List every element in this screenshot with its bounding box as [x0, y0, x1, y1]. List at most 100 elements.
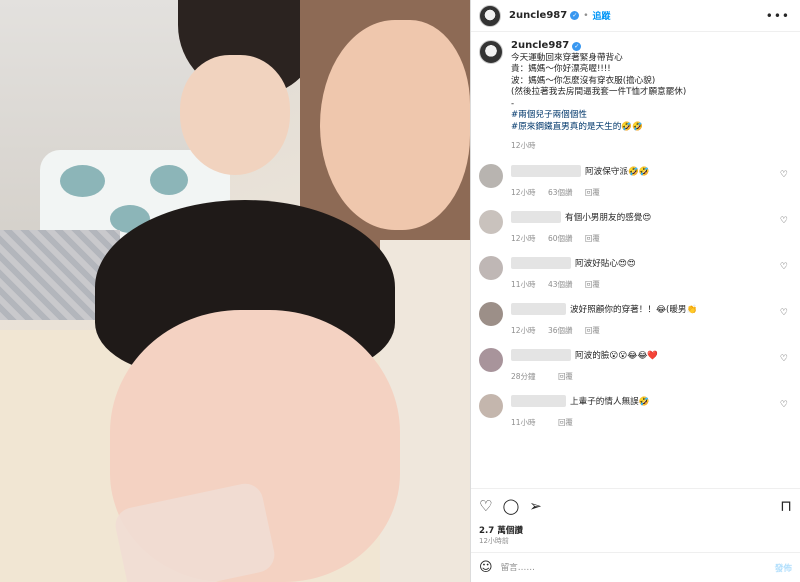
comment-meta: 28分鐘 回覆	[511, 371, 792, 382]
comment-text: 阿波保守派🤣🤣	[585, 166, 650, 177]
comment-item: 有個小男朋友的感覺😍 12小時 60個讚 回覆 ♡	[479, 209, 792, 244]
hashtag-link[interactable]: #兩個兒子兩個個性	[511, 110, 686, 122]
comment-item: 阿波保守派🤣🤣 12小時 63個讚 回覆 ♡	[479, 163, 792, 198]
reply-button[interactable]: 回覆	[585, 188, 600, 197]
more-options-icon[interactable]: •••	[766, 9, 790, 23]
reply-button[interactable]: 回覆	[558, 418, 573, 427]
comment-meta: 12小時 60個讚 回覆	[511, 233, 792, 244]
commenter-avatar[interactable]	[479, 393, 503, 418]
post-caption: 2uncle987 ✓ 今天運動回來穿著緊身帶背心 貴：媽媽～你好漂亮喔!!!! …	[479, 40, 792, 152]
author-avatar[interactable]	[479, 4, 501, 27]
caption-line: (然後拉著我去房間逼我套一件T恤才願意罷休)	[511, 87, 687, 97]
caption-line: 波：媽媽～你怎麼沒有穿衣服(擔心貌)	[511, 75, 656, 86]
comment-meta: 12小時 36個讚 回覆	[511, 325, 792, 336]
caption-time: 12小時	[511, 141, 536, 150]
author-avatar[interactable]	[479, 40, 503, 64]
pillow-leaf-pattern	[150, 165, 188, 195]
small-heart-icon[interactable]: ♡	[780, 216, 788, 226]
smiley-icon[interactable]: ☺	[479, 560, 493, 575]
small-heart-icon[interactable]: ♡	[780, 262, 788, 272]
reply-button[interactable]: 回覆	[585, 280, 600, 289]
commenter-avatar[interactable]	[479, 301, 503, 326]
comment-likes[interactable]: 60個讚	[548, 234, 573, 243]
share-icon[interactable]: ➢	[529, 497, 542, 515]
blurred-username[interactable]	[511, 164, 581, 177]
commenter-avatar[interactable]	[479, 347, 503, 372]
separator-dot: •	[583, 10, 589, 21]
post-viewer: 2uncle987 ✓ • 追蹤 ••• 2uncle987 ✓ 今天運動回來穿著…	[0, 0, 800, 582]
comment-time: 11小時	[511, 279, 536, 289]
bookmark-icon[interactable]: ⊓	[780, 497, 792, 515]
verified-badge-icon: ✓	[572, 42, 582, 51]
post-photo	[0, 0, 470, 582]
commenter-avatar[interactable]	[479, 163, 503, 188]
caption-meta: 12小時	[511, 140, 686, 152]
verified-badge-icon: ✓	[570, 11, 580, 20]
comment-line: 阿波保守派🤣🤣	[511, 164, 792, 178]
comment-time: 11小時	[511, 417, 536, 427]
comment-text: 上輩子的情人無誤🤣	[570, 396, 650, 407]
comment-body: 阿波好貼心😍😍 11小時 43個讚 回覆	[511, 256, 792, 290]
caption-body: 2uncle987 ✓ 今天運動回來穿著緊身帶背心 貴：媽媽～你好漂亮喔!!!! …	[511, 40, 686, 152]
small-heart-icon[interactable]: ♡	[780, 170, 788, 180]
caption-line: 今天運動回來穿著緊身帶背心	[511, 52, 623, 63]
comment-item: 上輩子的情人無誤🤣 11小時 回覆 ♡	[479, 393, 792, 428]
blurred-username[interactable]	[511, 210, 561, 223]
comment-text: 阿波的臉😮😮😂😂❤️	[575, 350, 659, 361]
comment-likes[interactable]: 43個讚	[548, 280, 573, 289]
blurred-username[interactable]	[511, 348, 571, 361]
caption-username[interactable]: 2uncle987	[511, 40, 569, 51]
comments-scroll[interactable]: 2uncle987 ✓ 今天運動回來穿著緊身帶背心 貴：媽媽～你好漂亮喔!!!! …	[471, 40, 800, 488]
comment-input[interactable]	[500, 562, 775, 573]
post-timestamp: 12小時前	[479, 537, 509, 545]
comment-text: 波好照顧你的穿著！！😂(暖男👏	[570, 304, 698, 315]
woman-face	[320, 20, 470, 230]
comment-time: 12小時	[511, 325, 536, 335]
comment-composer: ☺ 發佈	[471, 552, 800, 582]
caption-line: 貴：媽媽～你好漂亮喔!!!!	[511, 64, 611, 74]
author-username[interactable]: 2uncle987	[509, 10, 567, 21]
hashtag-link[interactable]: #原來鋼鐵直男真的是天生的🤣🤣	[511, 122, 686, 134]
comment-item: 阿波的臉😮😮😂😂❤️ 28分鐘 回覆 ♡	[479, 347, 792, 382]
comment-text: 有個小男朋友的感覺😍	[565, 212, 652, 223]
heart-icon[interactable]: ♡	[479, 497, 492, 515]
comment-list: 阿波保守派🤣🤣 12小時 63個讚 回覆 ♡ 有個小男朋友的感覺😍 12小時 6…	[479, 163, 792, 428]
reply-button[interactable]: 回覆	[585, 326, 600, 335]
comment-body: 阿波的臉😮😮😂😂❤️ 28分鐘 回覆	[511, 348, 792, 382]
comment-time: 12小時	[511, 187, 536, 197]
comment-likes[interactable]: 63個讚	[548, 188, 573, 197]
comment-body: 上輩子的情人無誤🤣 11小時 回覆	[511, 394, 792, 428]
reply-button[interactable]: 回覆	[558, 372, 573, 381]
comment-likes[interactable]: 36個讚	[548, 326, 573, 335]
comment-line: 阿波好貼心😍😍	[511, 256, 792, 270]
comment-line: 阿波的臉😮😮😂😂❤️	[511, 348, 792, 362]
comment-icon[interactable]: ◯	[502, 497, 519, 515]
blurred-username[interactable]	[511, 394, 566, 407]
comment-meta: 11小時 43個讚 回覆	[511, 279, 792, 290]
commenter-avatar[interactable]	[479, 255, 503, 280]
post-comment-button[interactable]: 發佈	[775, 562, 792, 574]
pillow-leaf-pattern	[60, 165, 105, 197]
caption-line: -	[511, 98, 515, 109]
comment-meta: 12小時 63個讚 回覆	[511, 187, 792, 198]
blurred-username[interactable]	[511, 256, 571, 269]
action-bar: ♡ ◯ ➢ ⊓	[471, 488, 800, 522]
blurred-username[interactable]	[511, 302, 566, 315]
follow-button[interactable]: 追蹤	[593, 9, 611, 22]
comment-line: 波好照顧你的穿著！！😂(暖男👏	[511, 302, 792, 316]
commenter-avatar[interactable]	[479, 209, 503, 234]
comment-time: 12小時	[511, 233, 536, 243]
likes-count[interactable]: 2.7 萬個讚	[479, 524, 523, 536]
comment-body: 波好照顧你的穿著！！😂(暖男👏 12小時 36個讚 回覆	[511, 302, 792, 336]
reply-button[interactable]: 回覆	[585, 234, 600, 243]
comment-body: 有個小男朋友的感覺😍 12小時 60個讚 回覆	[511, 210, 792, 244]
small-heart-icon[interactable]: ♡	[780, 308, 788, 318]
comment-meta: 11小時 回覆	[511, 417, 792, 428]
small-heart-icon[interactable]: ♡	[780, 400, 788, 410]
comment-line: 有個小男朋友的感覺😍	[511, 210, 792, 224]
post-header: 2uncle987 ✓ • 追蹤 •••	[471, 0, 800, 32]
comment-time: 28分鐘	[511, 371, 536, 381]
comment-item: 阿波好貼心😍😍 11小時 43個讚 回覆 ♡	[479, 255, 792, 290]
small-heart-icon[interactable]: ♡	[780, 354, 788, 364]
comment-item: 波好照顧你的穿著！！😂(暖男👏 12小時 36個讚 回覆 ♡	[479, 301, 792, 336]
